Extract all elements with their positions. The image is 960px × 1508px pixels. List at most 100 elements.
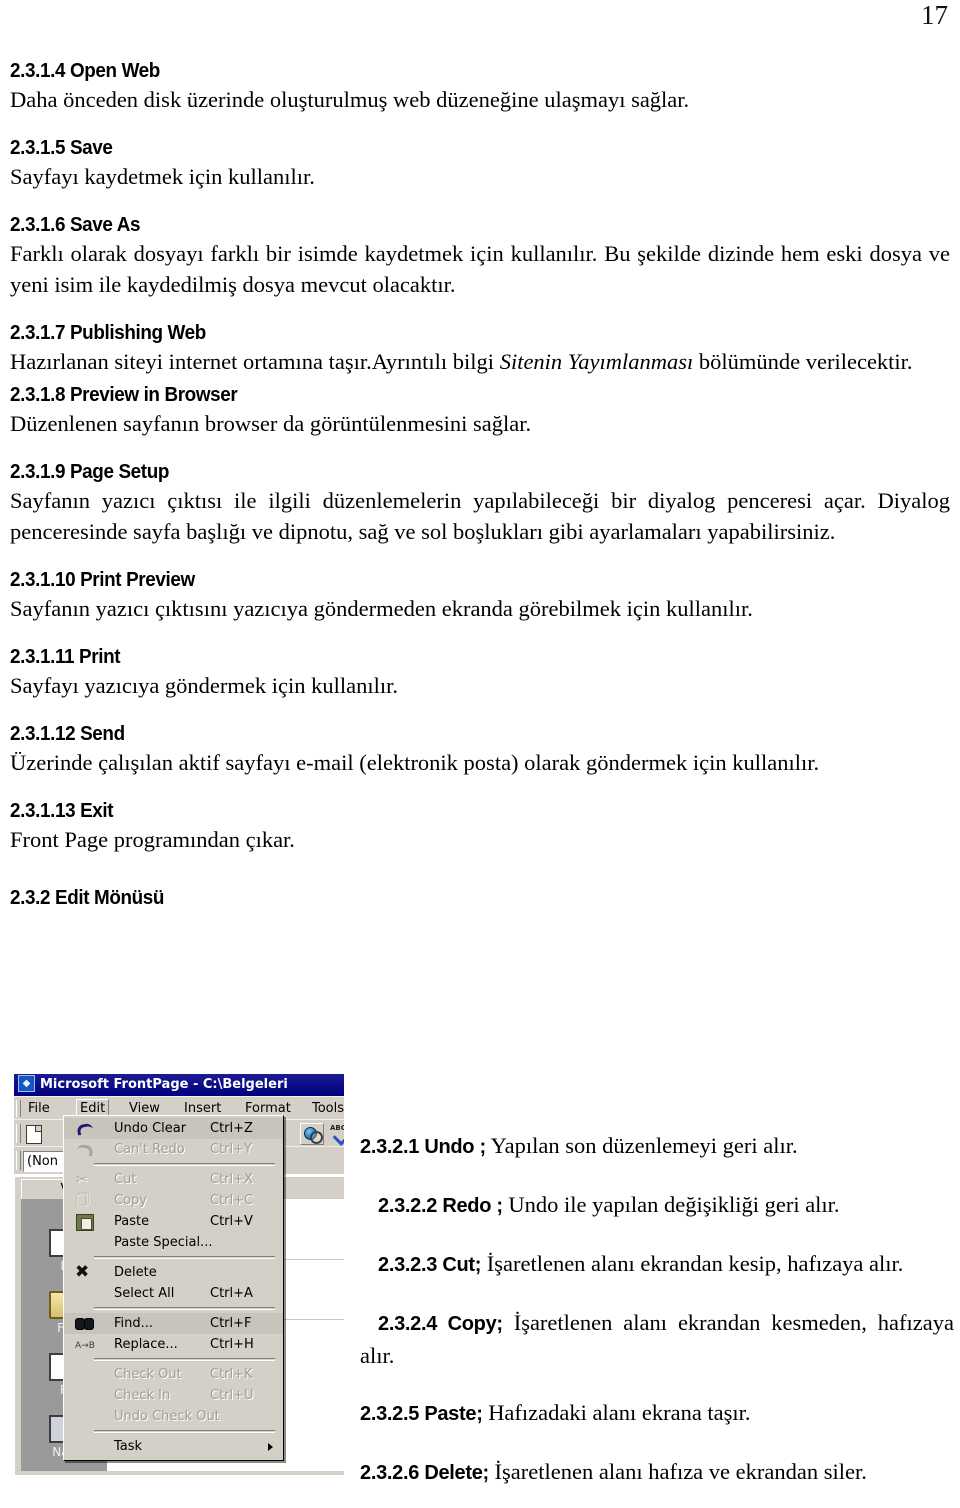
redo-icon: [76, 1142, 94, 1158]
paragraph-2-3-1-6: Farklı olarak dosyayı farklı bir isimde …: [10, 241, 950, 297]
item-2-3-2-2-lead: 2.3.2.2 Redo ;: [378, 1195, 503, 1217]
abc-check-icon[interactable]: ABC: [328, 1123, 344, 1146]
menu-separator-1: [94, 1163, 275, 1166]
formatbar-grip[interactable]: [16, 1151, 21, 1170]
menu-item-cut[interactable]: ✂ Cut Ctrl+X: [64, 1169, 283, 1190]
menu-item-find[interactable]: Find... Ctrl+F: [64, 1313, 283, 1334]
menu-item-check-in[interactable]: Check In Ctrl+U: [64, 1385, 283, 1406]
menu-item-replace-accel: Ctrl+H: [210, 1337, 254, 1352]
magnifier-shape: [310, 1131, 323, 1144]
page-number: 17: [921, 0, 948, 30]
binoculars-icon: [75, 1317, 94, 1330]
paragraph-2-3-1-12: Üzerinde çalışılan aktif sayfayı e-mail …: [10, 750, 820, 775]
submenu-arrow-icon: [268, 1443, 273, 1451]
document-page: 17 2.3.1.4 Open Web Daha önceden disk üz…: [0, 0, 960, 1508]
menu-item-replace[interactable]: A→B Replace... Ctrl+H: [64, 1334, 283, 1355]
frontpage-logo-icon: ◆: [18, 1074, 35, 1092]
menu-separator-3: [94, 1307, 275, 1310]
heading-2-3-1-8: 2.3.1.8 Preview in Browser: [10, 383, 238, 406]
globe-magnifier-icon[interactable]: [300, 1123, 324, 1145]
menu-file[interactable]: File: [28, 1100, 50, 1117]
menu-item-check-out-accel: Ctrl+K: [210, 1367, 253, 1382]
heading-2-3-1-7: 2.3.1.7 Publishing Web: [10, 321, 206, 344]
item-2-3-2-5: 2.3.2.5 Paste; Hafızadaki alanı ekrana t…: [360, 1397, 954, 1430]
heading-2-3-1-4: 2.3.1.4 Open Web: [10, 59, 160, 82]
paragraph-2-3-1-7: Hazırlanan siteyi internet ortamına taşı…: [10, 346, 950, 377]
heading-2-3-1-10: 2.3.1.10 Print Preview: [10, 568, 195, 591]
paragraph-2-3-1-11: Sayfayı yazıcıya göndermek için kullanıl…: [10, 673, 399, 698]
copy-icon: 🗍: [76, 1193, 89, 1208]
item-2-3-2-1: 2.3.2.1 Undo ; Yapılan son düzenlemeyi g…: [360, 1130, 954, 1163]
menu-item-paste[interactable]: Paste Ctrl+V: [64, 1211, 283, 1232]
paste-icon: [76, 1214, 94, 1231]
paragraph-2-3-1-7-part1: Hazırlanan siteyi internet ortamına taşı…: [10, 349, 500, 374]
paragraph-2-3-1-9: Sayfanın yazıcı çıktısı ile ilgili düzen…: [10, 488, 950, 544]
menu-item-copy-label: Copy: [114, 1193, 147, 1208]
menu-item-cant-redo-label: Can't Redo: [114, 1142, 185, 1157]
menu-separator-4: [94, 1358, 275, 1361]
document-body: 2.3.1.4 Open Web Daha önceden disk üzeri…: [10, 58, 950, 911]
item-2-3-2-6-lead: 2.3.2.6 Delete;: [360, 1462, 489, 1484]
heading-2-3-1-13: 2.3.1.13 Exit: [10, 799, 114, 822]
undo-icon: [76, 1121, 94, 1137]
heading-2-3-2: 2.3.2 Edit Mönüsü: [10, 886, 165, 909]
menu-item-check-in-accel: Ctrl+U: [210, 1388, 254, 1403]
menu-item-replace-label: Replace...: [114, 1337, 178, 1352]
paragraph-2-3-1-7-italic: Sitenin Yayımlanması: [499, 349, 694, 374]
paragraph-2-3-1-10: Sayfanın yazıcı çıktısını yazıcıya gönde…: [10, 596, 753, 621]
menu-item-select-all[interactable]: Select All Ctrl+A: [64, 1283, 283, 1304]
heading-2-3-1-12: 2.3.1.12 Send: [10, 722, 125, 745]
scissors-icon: ✂: [76, 1172, 88, 1188]
item-2-3-2-1-text: Yapılan son düzenlemeyi geri alır.: [485, 1133, 798, 1158]
paragraph-2-3-1-13: Front Page programından çıkar.: [10, 827, 295, 852]
paragraph-2-3-1-4: Daha önceden disk üzerinde oluşturulmuş …: [10, 87, 690, 112]
menu-item-check-out-label: Check Out: [114, 1367, 182, 1382]
menu-item-copy[interactable]: 🗍 Copy Ctrl+C: [64, 1190, 283, 1211]
edit-dropdown-menu: Undo Clear Ctrl+Z Can't Redo Ctrl+Y ✂ Cu…: [63, 1115, 284, 1461]
delete-x-icon: ✖: [75, 1262, 90, 1282]
new-document-icon[interactable]: [26, 1125, 42, 1144]
item-2-3-2-6: 2.3.2.6 Delete; İşaretlenen alanı hafıza…: [360, 1456, 954, 1489]
item-2-3-2-5-text: Hafızadaki alanı ekrana taşır.: [482, 1400, 751, 1425]
item-2-3-2-3: 2.3.2.3 Cut; İşaretlenen alanı ekrandan …: [360, 1248, 954, 1281]
heading-2-3-1-5: 2.3.1.5 Save: [10, 136, 113, 159]
heading-2-3-1-9: 2.3.1.9 Page Setup: [10, 460, 170, 483]
menubar-grip[interactable]: [16, 1100, 21, 1117]
menu-item-paste-label: Paste: [114, 1214, 150, 1229]
item-2-3-2-6-text: İşaretlenen alanı hafıza ve ekrandan sil…: [488, 1459, 867, 1484]
menu-item-cut-label: Cut: [114, 1172, 137, 1187]
menu-item-undo-clear-accel: Ctrl+Z: [210, 1121, 253, 1136]
menu-item-undo-check-out-label: Undo Check Out: [114, 1409, 220, 1424]
menu-tools[interactable]: Tools: [312, 1100, 344, 1117]
menu-item-check-in-label: Check In: [114, 1388, 171, 1403]
frontpage-title-text: Microsoft FrontPage - C:\Belgeleri: [40, 1077, 288, 1092]
menu-item-paste-special-label: Paste Special...: [114, 1235, 213, 1250]
toolbar-grip[interactable]: [16, 1124, 21, 1143]
menu-item-task[interactable]: Task: [64, 1436, 283, 1457]
menu-item-cant-redo[interactable]: Can't Redo Ctrl+Y: [64, 1139, 283, 1160]
menu-item-find-accel: Ctrl+F: [210, 1316, 252, 1331]
menu-item-undo-clear-label: Undo Clear: [114, 1121, 187, 1136]
menu-item-undo-check-out[interactable]: Undo Check Out: [64, 1406, 283, 1427]
menu-item-delete[interactable]: ✖ Delete: [64, 1262, 283, 1283]
edit-menu-descriptions: 2.3.2.1 Undo ; Yapılan son düzenlemeyi g…: [360, 1130, 954, 1489]
menu-item-paste-special[interactable]: Paste Special...: [64, 1232, 283, 1253]
heading-2-3-1-6: 2.3.1.6 Save As: [10, 213, 141, 236]
item-2-3-2-3-lead: 2.3.2.3 Cut;: [378, 1254, 482, 1276]
menu-item-cut-accel: Ctrl+X: [210, 1172, 253, 1187]
menu-separator-2: [94, 1256, 275, 1259]
replace-icon: A→B: [75, 1341, 95, 1351]
menu-item-undo-clear[interactable]: Undo Clear Ctrl+Z: [64, 1118, 283, 1139]
menu-item-check-out[interactable]: Check Out Ctrl+K: [64, 1364, 283, 1385]
paragraph-2-3-1-7-part2: bölümünde verilecektir.: [693, 349, 913, 374]
paragraph-2-3-1-8: Düzenlenen sayfanın browser da görüntüle…: [10, 411, 532, 436]
item-2-3-2-1-lead: 2.3.2.1 Undo ;: [360, 1136, 486, 1158]
menu-item-cant-redo-accel: Ctrl+Y: [210, 1142, 252, 1157]
menu-item-paste-accel: Ctrl+V: [210, 1214, 253, 1229]
item-2-3-2-2: 2.3.2.2 Redo ; Undo ile yapılan değişikl…: [360, 1189, 954, 1222]
menu-item-copy-accel: Ctrl+C: [210, 1193, 254, 1208]
item-2-3-2-3-text: İşaretlenen alanı ekrandan kesip, hafıza…: [481, 1251, 904, 1276]
menu-item-select-all-accel: Ctrl+A: [210, 1286, 253, 1301]
paragraph-2-3-1-5: Sayfayı kaydetmek için kullanılır.: [10, 164, 315, 189]
heading-2-3-1-11: 2.3.1.11 Print: [10, 645, 121, 668]
